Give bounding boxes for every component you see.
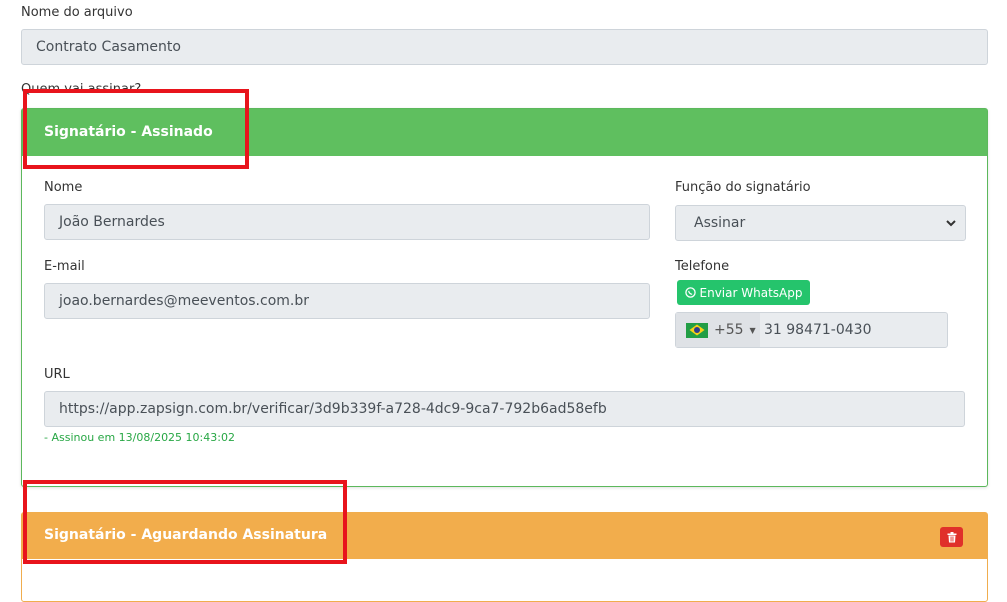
chevron-down-icon xyxy=(946,220,956,227)
role-select[interactable]: Assinar xyxy=(675,205,966,241)
brazil-flag-icon xyxy=(686,322,708,338)
phone-value: 31 98471-0430 xyxy=(764,322,872,338)
country-code-selector[interactable]: +55 ▼ xyxy=(676,313,760,347)
name-value: João Bernardes xyxy=(59,214,165,230)
file-name-input[interactable]: Contrato Casamento xyxy=(21,29,988,65)
send-whatsapp-button[interactable]: Enviar WhatsApp xyxy=(677,280,810,305)
file-name-label: Nome do arquivo xyxy=(21,5,133,20)
trash-icon xyxy=(947,531,956,542)
annotation-highlight-signed xyxy=(23,89,249,169)
url-value: https://app.zapsign.com.br/verificar/3d9… xyxy=(59,401,607,417)
email-value: joao.bernardes@meeventos.com.br xyxy=(59,293,309,309)
whatsapp-icon xyxy=(684,287,696,298)
file-name-value: Contrato Casamento xyxy=(36,39,181,55)
email-label: E-mail xyxy=(44,259,85,274)
name-label: Nome xyxy=(44,180,83,195)
name-input[interactable]: João Bernardes xyxy=(44,204,650,240)
url-input[interactable]: https://app.zapsign.com.br/verificar/3d9… xyxy=(44,391,965,427)
phone-label: Telefone xyxy=(675,259,730,274)
annotation-highlight-pending xyxy=(23,480,347,564)
caret-down-icon: ▼ xyxy=(749,325,756,335)
send-whatsapp-label: Enviar WhatsApp xyxy=(699,285,803,300)
country-code: +55 xyxy=(714,322,744,338)
role-label: Função do signatário xyxy=(675,180,811,195)
url-label: URL xyxy=(44,367,70,382)
delete-signer-button[interactable] xyxy=(940,527,963,547)
signed-timestamp: - Assinou em 13/08/2025 10:43:02 xyxy=(44,431,235,444)
phone-input[interactable]: +55 ▼ 31 98471-0430 xyxy=(675,312,948,348)
email-input[interactable]: joao.bernardes@meeventos.com.br xyxy=(44,283,650,319)
role-value: Assinar xyxy=(694,215,746,231)
